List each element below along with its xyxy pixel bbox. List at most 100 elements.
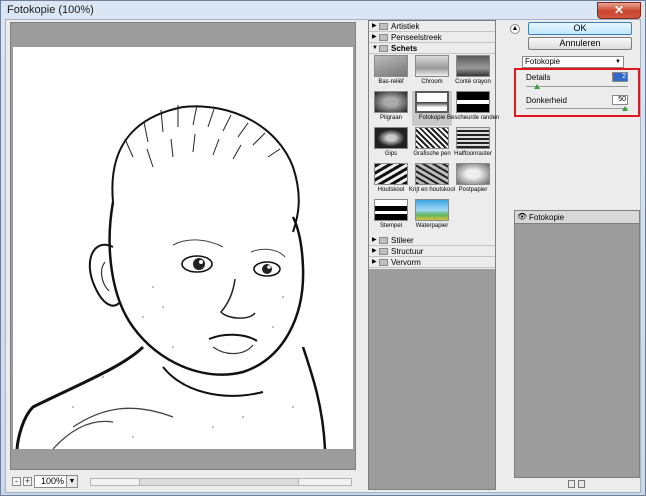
filter-select-value: Fotokopie: [525, 57, 561, 66]
filter-thumb-fotokopie[interactable]: Fotokopie: [412, 91, 452, 126]
cancel-button[interactable]: Annuleren: [528, 37, 632, 50]
triangle-right-icon: ▶: [372, 259, 377, 265]
dialog-client-area: - + 100% ▼ ▶ Artistiek ▶ Penseelstreek ▼…: [5, 19, 641, 493]
scrollbar-thumb[interactable]: [139, 479, 299, 485]
collapse-gallery-icon[interactable]: ▲: [510, 24, 520, 34]
preview-panel: [10, 22, 356, 470]
thumbnail-image: [415, 91, 449, 113]
triangle-right-icon: ▶: [372, 34, 377, 40]
thumbnail-image: [374, 55, 408, 77]
schets-thumbnails: Bas-reliëf Chroom Conté crayon Pilgraan: [369, 55, 499, 251]
filter-thumb-houtskool[interactable]: Houtskool: [371, 163, 411, 198]
preview-horizontal-scrollbar[interactable]: [90, 478, 352, 486]
title-bar[interactable]: Fotokopie (100%) ✕: [1, 1, 645, 19]
filter-label: Halftoonraster: [454, 151, 492, 157]
thumbnail-image: [374, 127, 408, 149]
window-title: Fotokopie (100%): [7, 4, 94, 16]
zoom-out-button[interactable]: -: [12, 477, 21, 486]
filter-thumb-krijt-en-houtskool[interactable]: Krijt en houtskool: [409, 163, 455, 198]
effect-layers-panel: 👁 Fotokopie: [514, 210, 640, 478]
preview-image[interactable]: [13, 47, 353, 449]
thumbnail-image: [456, 55, 490, 77]
filter-thumb-pilgraan[interactable]: Pilgraan: [371, 91, 411, 126]
triangle-right-icon: ▶: [372, 248, 377, 254]
thumbnail-image: [456, 163, 490, 185]
category-label: Structuur: [391, 247, 424, 256]
eye-icon[interactable]: 👁: [517, 213, 527, 221]
effect-layer-name: Fotokopie: [529, 213, 565, 222]
category-schets[interactable]: ▼ Schets: [369, 43, 495, 54]
thumbnail-image: [415, 199, 449, 221]
filter-label: Postpapier: [458, 187, 488, 193]
new-effect-layer-icon[interactable]: [568, 480, 575, 488]
filter-label: Bescheurde randen: [447, 115, 500, 121]
folder-icon: [379, 248, 388, 255]
darkness-slider[interactable]: [526, 106, 628, 112]
category-label: Artistiek: [391, 22, 420, 31]
slider-knob[interactable]: [534, 84, 540, 89]
category-artistiek[interactable]: ▶ Artistiek: [369, 21, 495, 32]
filter-thumb-stempel[interactable]: Stempel: [371, 199, 411, 234]
ok-button[interactable]: OK: [528, 22, 632, 35]
layers-footer: [514, 478, 640, 490]
category-structuur[interactable]: ▶ Structuur: [369, 246, 495, 257]
filter-thumb-conte-crayon[interactable]: Conté crayon: [453, 55, 493, 90]
chevron-down-icon[interactable]: ▼: [66, 476, 77, 487]
filter-select[interactable]: Fotokopie ▼: [522, 56, 624, 68]
chevron-down-icon: ▼: [615, 59, 621, 65]
filter-gallery-window: Fotokopie (100%) ✕ - + 100% ▼ ▶ Artistie…: [0, 0, 646, 496]
thumbnail-image: [374, 91, 408, 113]
effect-layer-row[interactable]: 👁 Fotokopie: [515, 211, 639, 224]
filter-thumb-bas-relief[interactable]: Bas-reliëf: [371, 55, 411, 90]
category-penseelstreek[interactable]: ▶ Penseelstreek: [369, 32, 495, 43]
filter-thumb-gips[interactable]: Gips: [371, 127, 411, 162]
folder-icon: [379, 259, 388, 266]
category-label: Vervorm: [391, 258, 421, 267]
details-slider[interactable]: [526, 84, 628, 90]
filter-thumb-chroom[interactable]: Chroom: [412, 55, 452, 90]
folder-icon: [379, 237, 388, 244]
photocopy-portrait-illustration: [13, 47, 353, 449]
filter-thumb-postpapier[interactable]: Postpapier: [453, 163, 493, 198]
thumbnail-image: [374, 199, 408, 221]
details-label: Details: [526, 73, 551, 82]
darkness-label: Donkerheid: [526, 96, 567, 105]
category-stileer[interactable]: ▶ Stileer: [369, 235, 495, 246]
zoom-value: 100%: [41, 476, 65, 486]
filter-thumb-beschuurde-randen[interactable]: Bescheurde randen: [447, 91, 499, 126]
filter-gallery: ▶ Artistiek ▶ Penseelstreek ▼ Schets Bas…: [368, 20, 499, 490]
details-input[interactable]: 2: [612, 72, 628, 82]
folder-icon: [379, 23, 388, 30]
category-label: Stileer: [391, 236, 414, 245]
triangle-down-icon: ▼: [372, 45, 378, 51]
filter-thumb-waterpapier[interactable]: Waterpapier: [412, 199, 452, 234]
category-label: Schets: [391, 44, 418, 53]
thumbnail-image: [415, 55, 449, 77]
folder-icon: [379, 45, 388, 52]
zoom-bar: - + 100% ▼: [10, 472, 356, 490]
slider-knob[interactable]: [622, 106, 628, 111]
category-label: Penseelstreek: [391, 33, 442, 42]
thumbnail-image: [415, 127, 449, 149]
darkness-input[interactable]: 50: [612, 95, 628, 105]
thumbnail-image: [456, 91, 490, 113]
filter-label: Conté crayon: [455, 79, 491, 85]
triangle-right-icon: ▶: [372, 237, 377, 243]
category-vervorm[interactable]: ▶ Vervorm: [369, 257, 495, 268]
slider-track: [526, 86, 628, 87]
thumbnail-image: [374, 163, 408, 185]
filter-label: Waterpapier: [415, 223, 449, 229]
filter-thumb-halftoonraster[interactable]: Halftoonraster: [453, 127, 493, 162]
zoom-select[interactable]: 100% ▼: [34, 475, 78, 488]
trash-icon[interactable]: [578, 480, 585, 488]
folder-icon: [379, 34, 388, 41]
triangle-right-icon: ▶: [372, 23, 377, 29]
thumbnail-image: [456, 127, 490, 149]
zoom-in-button[interactable]: +: [23, 477, 32, 486]
gallery-empty-area: [369, 269, 495, 489]
thumbnail-image: [415, 163, 449, 185]
filter-thumb-grafische-pen[interactable]: Grafische pen: [412, 127, 452, 162]
close-button[interactable]: ✕: [597, 2, 641, 19]
slider-track: [526, 108, 628, 109]
settings-panel: ▲ OK Annuleren Fotokopie ▼ Details 2 Don…: [504, 20, 642, 494]
